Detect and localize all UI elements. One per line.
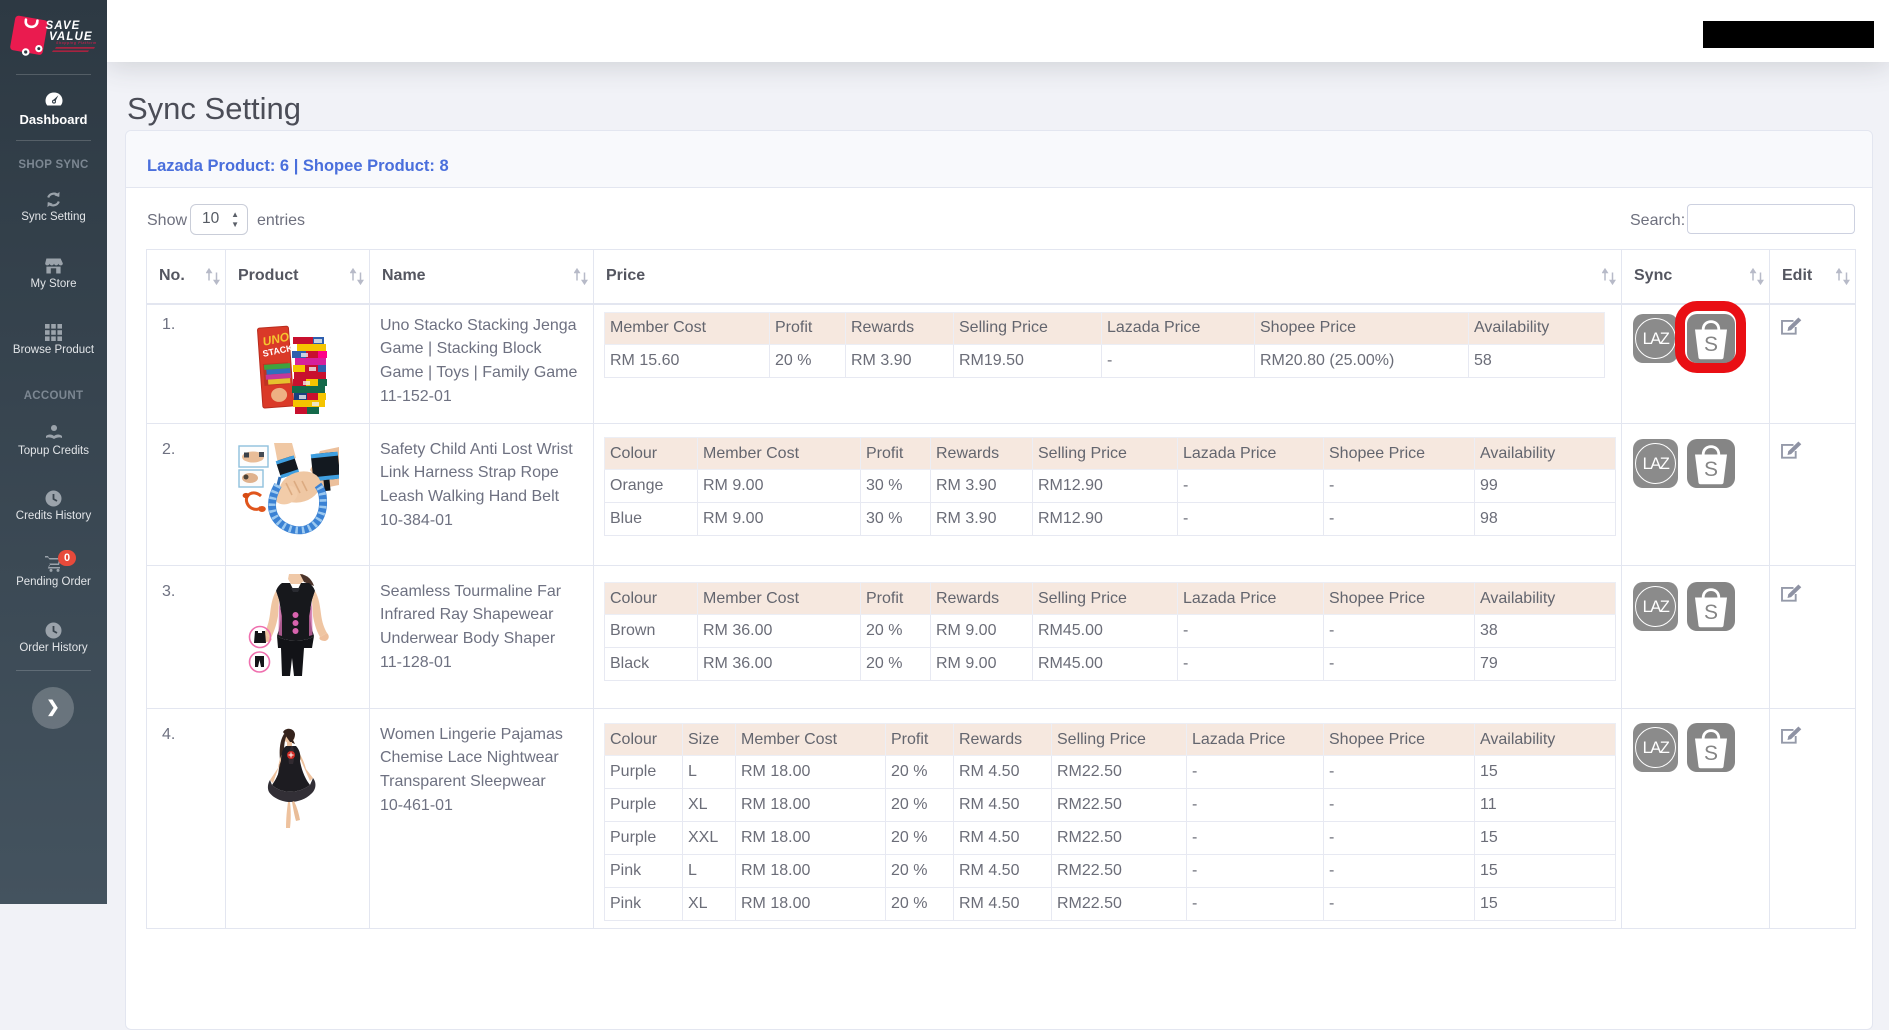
svg-text:S: S — [1704, 742, 1718, 765]
svg-text:S: S — [1704, 458, 1718, 481]
svg-text:S: S — [1704, 601, 1718, 624]
svg-text:Shopping Platform: Shopping Platform — [56, 41, 97, 45]
